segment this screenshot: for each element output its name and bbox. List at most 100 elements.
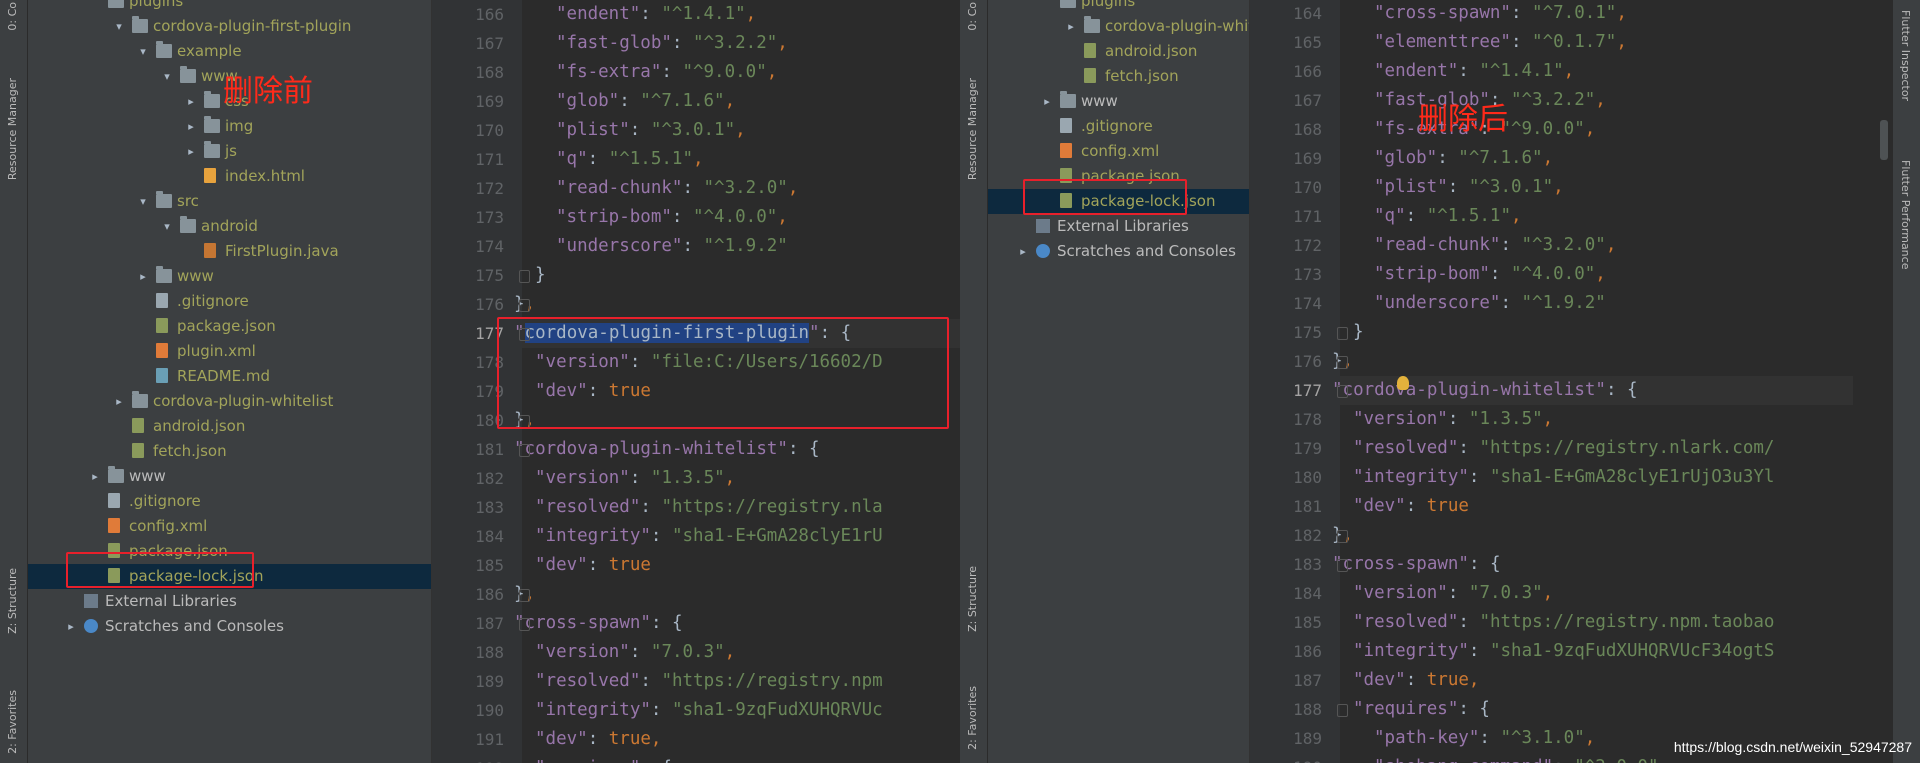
chevron-down-icon[interactable]: ▾ [136, 189, 150, 214]
tree-item[interactable]: android.json [28, 414, 431, 439]
tree-item[interactable]: .gitignore [28, 289, 431, 314]
code-line[interactable]: "resolved": "https://registry.nlark.com/ [1353, 434, 1774, 463]
fold-marker-icon[interactable] [1337, 327, 1348, 340]
tree-item[interactable]: ▸ img [28, 114, 431, 139]
fold-marker-icon[interactable] [1337, 385, 1348, 398]
tree-item[interactable]: ▸ www [988, 89, 1249, 114]
chevron-right-icon[interactable]: ▸ [64, 614, 78, 639]
code-line[interactable]: "dev": true, [535, 725, 661, 754]
resource-manager-tab[interactable]: Resource Manager [6, 78, 19, 180]
chevron-down-icon[interactable]: ▾ [160, 214, 174, 239]
flutter-performance-tab[interactable]: Flutter Performance [1899, 160, 1912, 269]
chevron-right-icon[interactable]: ▸ [184, 139, 198, 164]
resource-manager-tab[interactable]: Resource Manager [966, 78, 979, 180]
project-tab[interactable]: 0: Co [6, 2, 19, 31]
project-tab[interactable]: 0: Co [966, 2, 979, 31]
tree-item[interactable]: plugins [988, 0, 1249, 14]
tree-item[interactable]: package.json [28, 314, 431, 339]
tree-item[interactable]: ▸ Scratches and Consoles [988, 239, 1249, 264]
code-line[interactable]: "strip-bom": "^4.0.0", [1374, 260, 1606, 289]
code-line[interactable]: "resolved": "https://registry.nla [535, 493, 883, 522]
code-line[interactable]: "cross-spawn": "^7.0.1", [1374, 0, 1627, 28]
code-line[interactable]: "read-chunk": "^3.2.0", [556, 174, 798, 203]
tree-item[interactable]: fetch.json [28, 439, 431, 464]
tree-item[interactable]: ▾ src [28, 189, 431, 214]
code-line[interactable]: "integrity": "sha1-E+GmA28clyE1rUjO3u3Yl [1353, 463, 1774, 492]
chevron-right-icon[interactable]: ▸ [1016, 239, 1030, 264]
code-line[interactable]: "integrity": "sha1-9zqFudXUHQRVUcF34ogtS [1353, 637, 1774, 666]
code-line[interactable]: "path-key": "^3.1.0", [1374, 724, 1595, 753]
code-line[interactable]: "requires": { [1353, 695, 1490, 724]
code-line[interactable]: "q": "^1.5.1", [1374, 202, 1522, 231]
tree-item[interactable]: ▸ cordova-plugin-whitelist [28, 389, 431, 414]
tree-item[interactable]: External Libraries [988, 214, 1249, 239]
favorites-tab[interactable]: 2: Favorites [6, 690, 19, 754]
code-line[interactable]: "q": "^1.5.1", [556, 145, 704, 174]
code-line[interactable]: "dev": true [535, 551, 651, 580]
fold-marker-icon[interactable] [1337, 704, 1348, 717]
chevron-down-icon[interactable]: ▾ [112, 14, 126, 39]
code-line[interactable]: "endent": "^1.4.1", [556, 0, 756, 29]
code-line[interactable]: "elementtree": "^0.1.7", [1374, 28, 1627, 57]
code-line[interactable]: "dev": true [1353, 492, 1469, 521]
tree-item[interactable]: README.md [28, 364, 431, 389]
chevron-right-icon[interactable]: ▸ [1040, 89, 1054, 114]
tree-item[interactable]: ▾ cordova-plugin-first-plugin [28, 14, 431, 39]
code-line[interactable]: "resolved": "https://registry.npm.taobao [1353, 608, 1774, 637]
tree-item[interactable]: android.json [988, 39, 1249, 64]
tree-item[interactable]: plugins [28, 0, 431, 14]
code-line[interactable]: "fast-glob": "^3.2.2", [556, 29, 788, 58]
lightbulb-icon[interactable] [1397, 376, 1409, 390]
chevron-right-icon[interactable]: ▸ [112, 389, 126, 414]
fold-marker-icon[interactable] [1337, 530, 1348, 543]
favorites-tab[interactable]: 2: Favorites [966, 686, 979, 750]
fold-marker-icon[interactable] [1337, 559, 1348, 572]
fold-marker-icon[interactable] [519, 618, 530, 631]
tree-item[interactable]: External Libraries [28, 589, 431, 614]
code-line[interactable]: "version": "7.0.3", [1353, 579, 1553, 608]
code-line[interactable]: "endent": "^1.4.1", [1374, 57, 1574, 86]
code-line[interactable]: "requires": { [535, 754, 672, 763]
tree-item[interactable]: ▸ www [28, 464, 431, 489]
fold-marker-icon[interactable] [519, 270, 530, 283]
chevron-right-icon[interactable]: ▸ [136, 264, 150, 289]
tree-item[interactable]: ▸ www [28, 264, 431, 289]
code-line[interactable]: "cross-spawn": { [514, 609, 683, 638]
code-line[interactable]: "underscore": "^1.9.2" [1374, 289, 1606, 318]
code-line[interactable]: "plist": "^3.0.1", [556, 116, 746, 145]
fold-marker-icon[interactable] [519, 299, 530, 312]
tree-item[interactable]: index.html [28, 164, 431, 189]
code-line[interactable]: } [535, 261, 546, 290]
tree-item[interactable]: ▸ cordova-plugin-whitelist [988, 14, 1249, 39]
fold-marker-icon[interactable] [519, 444, 530, 457]
chevron-right-icon[interactable]: ▸ [1064, 14, 1078, 39]
tree-item[interactable]: ▾ example [28, 39, 431, 64]
tree-item[interactable]: .gitignore [988, 114, 1249, 139]
right-code-editor[interactable]: 164 "cross-spawn": "^7.0.1", 165 "elementtr… [1250, 0, 1853, 763]
code-line[interactable]: "strip-bom": "^4.0.0", [556, 203, 788, 232]
code-line[interactable]: "glob": "^7.1.6", [1374, 144, 1553, 173]
code-line[interactable]: } [1353, 318, 1364, 347]
structure-tab[interactable]: Z: Structure [966, 566, 979, 632]
code-line[interactable]: "dev": true, [1353, 666, 1479, 695]
code-line[interactable]: "version": "1.3.5", [1353, 405, 1553, 434]
code-line[interactable]: "version": "1.3.5", [535, 464, 735, 493]
code-line[interactable]: "cordova-plugin-whitelist": { [1332, 376, 1638, 405]
tree-item[interactable]: config.xml [988, 139, 1249, 164]
chevron-down-icon[interactable]: ▾ [136, 39, 150, 64]
code-line[interactable]: "glob": "^7.1.6", [556, 87, 735, 116]
code-line[interactable]: "resolved": "https://registry.npm [535, 667, 883, 696]
code-line[interactable]: "read-chunk": "^3.2.0", [1374, 231, 1616, 260]
chevron-right-icon[interactable]: ▸ [88, 464, 102, 489]
code-line[interactable]: "fs-extra": "^9.0.0", [556, 58, 777, 87]
fold-marker-icon[interactable] [1337, 356, 1348, 369]
fold-marker-icon[interactable] [519, 589, 530, 602]
code-line[interactable]: "integrity": "sha1-E+GmA28clyE1rU [535, 522, 883, 551]
tree-item[interactable]: fetch.json [988, 64, 1249, 89]
tree-item[interactable]: ▾ android [28, 214, 431, 239]
chevron-down-icon[interactable]: ▾ [160, 64, 174, 89]
tree-item[interactable]: config.xml [28, 514, 431, 539]
code-line[interactable]: "plist": "^3.0.1", [1374, 173, 1564, 202]
tree-item[interactable]: .gitignore [28, 489, 431, 514]
code-line[interactable]: "cordova-plugin-whitelist": { [514, 435, 820, 464]
